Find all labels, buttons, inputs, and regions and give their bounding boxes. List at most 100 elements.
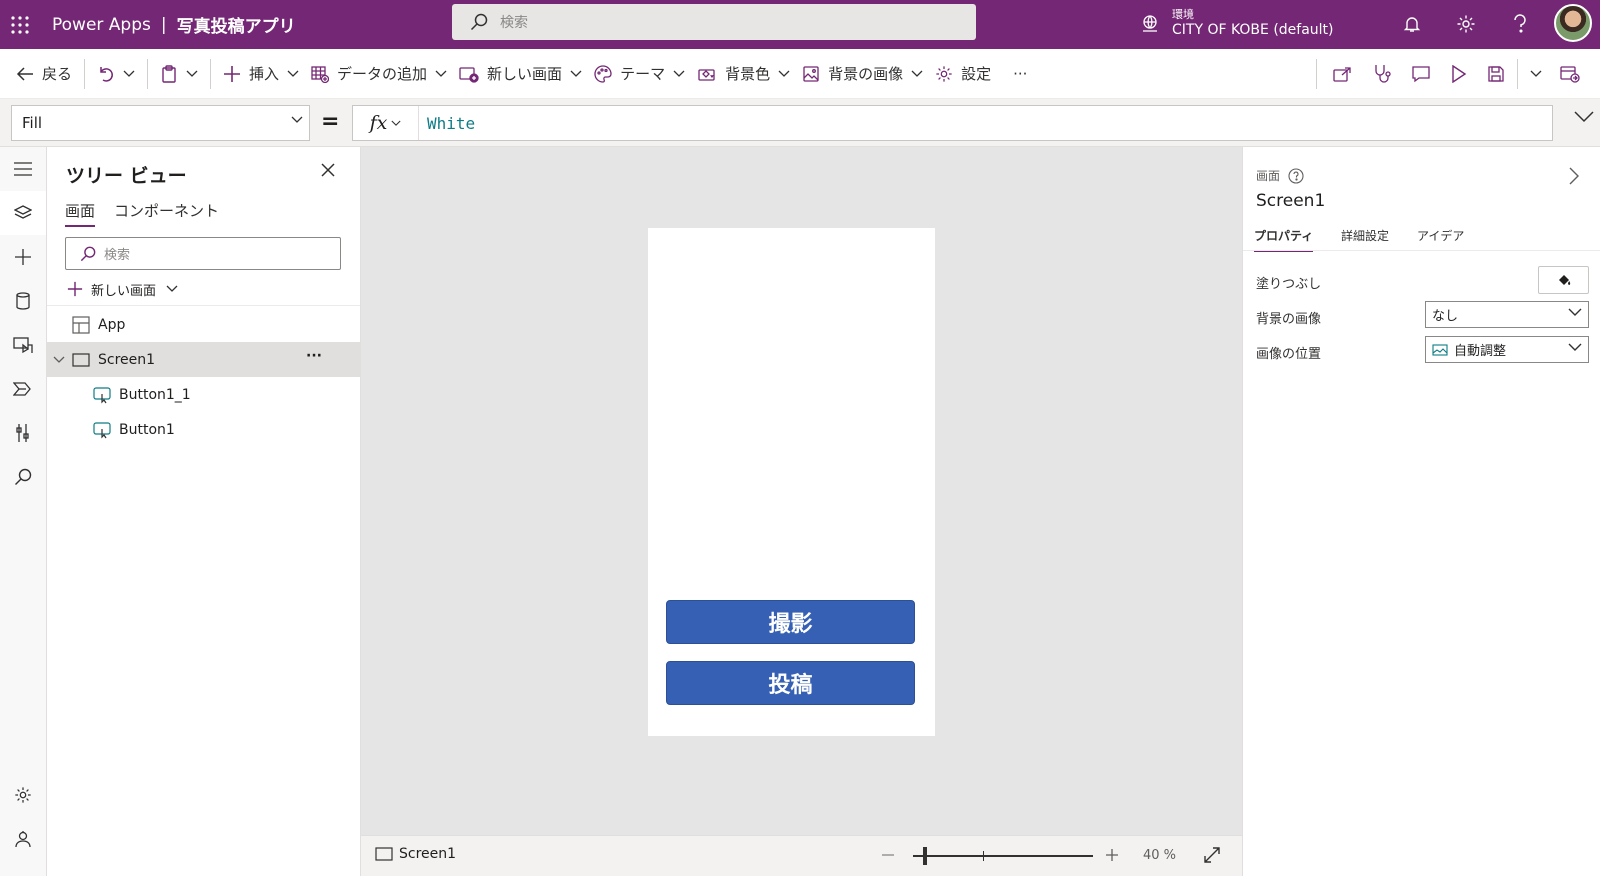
chevron-down-icon [1568,343,1582,352]
add-data-button[interactable]: データの追加 [305,56,453,92]
app-launcher-icon[interactable] [2,7,38,43]
back-button[interactable]: 戻る [10,56,78,92]
settings-button[interactable]: 設定 [929,56,997,92]
tab-properties[interactable]: プロパティ [1254,227,1314,252]
notification-bell-icon[interactable] [1396,8,1428,40]
zoom-slider-thumb[interactable] [923,847,928,865]
chevron-down-icon[interactable] [186,70,198,78]
divider [147,58,149,89]
insert-button[interactable]: 挿入 [217,56,305,92]
global-search-box[interactable]: 検索 [452,4,976,40]
publish-icon[interactable] [1554,56,1586,92]
zoom-slider-track[interactable] [913,855,1093,857]
tree-search-placeholder: 検索 [104,248,131,263]
user-avatar[interactable] [1554,4,1592,42]
background-image-label: 背景の画像 [828,65,904,83]
new-screen-label: 新しい画面 [487,65,563,83]
tree-node-screen1[interactable]: Screen1 ··· [47,342,360,377]
fill-color-picker[interactable] [1538,266,1589,294]
formula-bar: Fill = fx White [0,99,1600,147]
save-icon[interactable] [1481,56,1511,92]
collapse-panel-chevron-right-icon[interactable] [1569,167,1579,185]
formula-text[interactable]: White [427,114,475,133]
divider [1243,250,1600,251]
zoom-in-plus-icon[interactable] [1105,848,1119,862]
more-options-button[interactable]: ··· [306,348,322,364]
left-rail [0,147,47,876]
more-commands-button[interactable]: ··· [1007,56,1033,92]
canvas-status-bar: Screen1 40 % [361,835,1242,876]
save-options-chevron-down-icon[interactable] [1524,56,1548,92]
close-icon[interactable] [321,163,335,177]
preview-play-icon[interactable] [1445,56,1473,92]
tree-node-label: App [98,316,126,333]
chevron-down-icon [778,70,790,78]
comments-icon[interactable] [1405,56,1437,92]
tree-node-button1[interactable]: Button1 [47,412,360,447]
expand-formula-chevron-down-icon[interactable] [1574,111,1594,123]
power-automate-icon[interactable] [0,367,46,411]
image-icon [802,65,820,83]
tree-search-input[interactable]: 検索 [65,237,341,270]
settings-gear-icon[interactable] [1450,8,1482,40]
formula-editor[interactable]: fx White [352,105,1553,141]
clipboard-icon [160,64,178,83]
app-checker-stethoscope-icon[interactable] [1367,56,1397,92]
image-position-dropdown[interactable]: 自動調整 [1425,336,1589,363]
add-data-label: データの追加 [337,65,428,83]
chevron-down-icon [287,70,299,78]
help-circle-icon[interactable] [1288,167,1304,184]
chevron-down-icon [166,285,178,293]
tree-view-layers-icon[interactable] [0,191,46,235]
divider [1316,59,1317,89]
hamburger-menu-icon[interactable] [0,147,46,191]
design-canvas[interactable]: 撮影 投稿 [361,147,1242,835]
share-icon[interactable] [1327,56,1359,92]
tab-ideas[interactable]: アイデア [1417,227,1464,250]
tree-node-button1-1[interactable]: Button1_1 [47,377,360,412]
capture-button[interactable]: 撮影 [666,600,915,644]
selected-control-name[interactable]: Screen1 [1256,191,1325,211]
advanced-tools-icon[interactable] [0,411,46,455]
environment-picker[interactable]: 環境 CITY OF KOBE (default) [1140,2,1334,46]
tree-node-app[interactable]: App [47,307,360,342]
zoom-out-minus-icon[interactable] [881,848,895,862]
new-screen-button[interactable]: 新しい画面 [453,56,588,92]
tab-advanced[interactable]: 詳細設定 [1341,227,1389,250]
search-icon[interactable] [0,455,46,499]
tree-new-screen-button[interactable]: 新しい画面 [67,274,178,304]
app-title[interactable]: 写真投稿アプリ [177,12,296,37]
virtual-agent-icon[interactable] [0,817,46,861]
app-icon [72,315,90,334]
search-icon [80,246,96,262]
current-screen-indicator[interactable]: Screen1 [375,846,456,862]
fit-to-window-expand-icon[interactable] [1203,846,1221,864]
insert-plus-icon[interactable] [0,235,46,279]
screen1-preview[interactable]: 撮影 投稿 [648,228,935,736]
help-icon[interactable] [1504,8,1536,40]
background-image-dropdown[interactable]: なし [1425,301,1589,328]
tree-view-title: ツリー ビュー [66,165,187,187]
function-picker-button[interactable]: fx [353,106,419,140]
settings-gear-icon[interactable] [0,773,46,817]
product-name[interactable]: Power Apps [52,15,151,35]
back-label: 戻る [42,65,73,83]
undo-button[interactable] [91,56,141,92]
background-color-button[interactable]: 背景色 [691,56,796,92]
post-button[interactable]: 投稿 [666,661,915,705]
property-dropdown[interactable]: Fill [11,105,310,141]
media-icon[interactable] [0,323,46,367]
data-cylinder-icon[interactable] [0,279,46,323]
tree-view-panel: ツリー ビュー 画面 コンポーネント 検索 新しい画面 App Screen1 [47,147,361,876]
tab-screens[interactable]: 画面 [65,200,96,227]
insert-label: 挿入 [249,65,280,83]
environment-label: 環境 [1172,8,1194,22]
chevron-down-icon[interactable] [123,70,135,78]
tab-components[interactable]: コンポーネント [114,200,219,225]
fx-icon: fx [369,112,388,134]
background-image-button[interactable]: 背景の画像 [796,56,929,92]
theme-button[interactable]: テーマ [588,56,691,92]
paste-button[interactable] [154,56,204,92]
chevron-down-icon[interactable] [53,356,65,364]
environment-name: CITY OF KOBE (default) [1172,22,1334,39]
